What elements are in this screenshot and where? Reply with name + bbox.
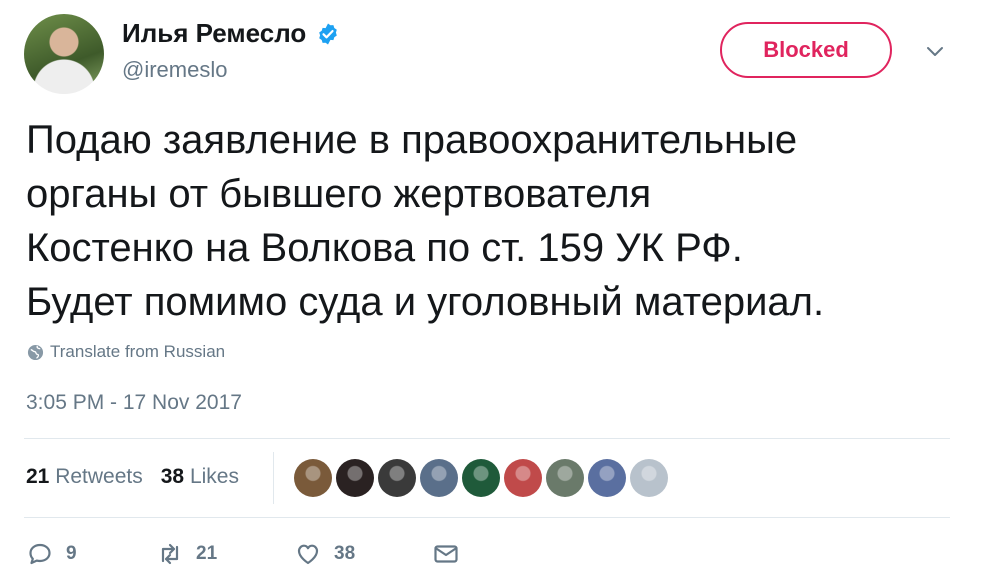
tweet-card: Илья Ремесло @iremeslo Blocked Подаю зая… xyxy=(0,0,1000,588)
stat-separator xyxy=(273,452,274,504)
name-row: Илья Ремесло xyxy=(122,18,340,49)
liker-avatar[interactable] xyxy=(588,459,626,497)
blocked-button[interactable]: Blocked xyxy=(720,22,892,78)
direct-message-action[interactable] xyxy=(432,540,460,568)
display-name[interactable]: Илья Ремесло xyxy=(122,18,306,49)
liker-avatar[interactable] xyxy=(378,459,416,497)
user-handle[interactable]: @iremeslo xyxy=(122,57,227,83)
user-avatar[interactable] xyxy=(24,14,104,94)
verified-badge-icon xyxy=(319,23,338,44)
liker-avatar[interactable] xyxy=(462,459,500,497)
liker-avatars xyxy=(294,459,668,497)
like-action[interactable]: 38 xyxy=(294,540,432,568)
retweet-icon xyxy=(161,543,179,565)
liker-avatar[interactable] xyxy=(420,459,458,497)
liker-avatar[interactable] xyxy=(630,459,668,497)
liker-avatar[interactable] xyxy=(546,459,584,497)
like-count: 38 xyxy=(334,543,356,564)
liker-avatar[interactable] xyxy=(336,459,374,497)
engagement-stats: 21 Retweets 38 Likes xyxy=(26,465,239,489)
reply-icon xyxy=(29,543,51,565)
envelope-icon xyxy=(434,545,458,563)
chevron-down-icon[interactable] xyxy=(924,40,946,62)
likes-label: Likes xyxy=(189,465,239,488)
translate-link[interactable]: Translate from Russian xyxy=(27,342,225,362)
reply-count: 9 xyxy=(66,543,77,564)
heart-icon xyxy=(297,544,319,565)
translate-label[interactable]: Translate from Russian xyxy=(50,342,225,362)
reply-action[interactable]: 9 xyxy=(26,540,156,568)
tweet-text: Подаю заявление в правоохранительные орг… xyxy=(26,118,825,324)
tweet-timestamp[interactable]: 3:05 PM - 17 Nov 2017 xyxy=(26,391,242,415)
retweet-action[interactable]: 21 xyxy=(156,540,294,568)
liker-avatar[interactable] xyxy=(294,459,332,497)
retweets-label: Retweets xyxy=(55,465,143,488)
divider xyxy=(24,438,950,439)
action-bar: 9 21 38 xyxy=(26,540,460,568)
liker-avatar[interactable] xyxy=(504,459,542,497)
likes-stat[interactable]: 38 Likes xyxy=(161,465,239,489)
globe-icon xyxy=(27,344,44,360)
retweets-stat[interactable]: 21 Retweets xyxy=(26,465,143,489)
retweets-count: 21 xyxy=(26,465,50,488)
likes-count: 38 xyxy=(160,465,185,488)
divider xyxy=(24,517,950,518)
retweet-count: 21 xyxy=(196,543,218,564)
